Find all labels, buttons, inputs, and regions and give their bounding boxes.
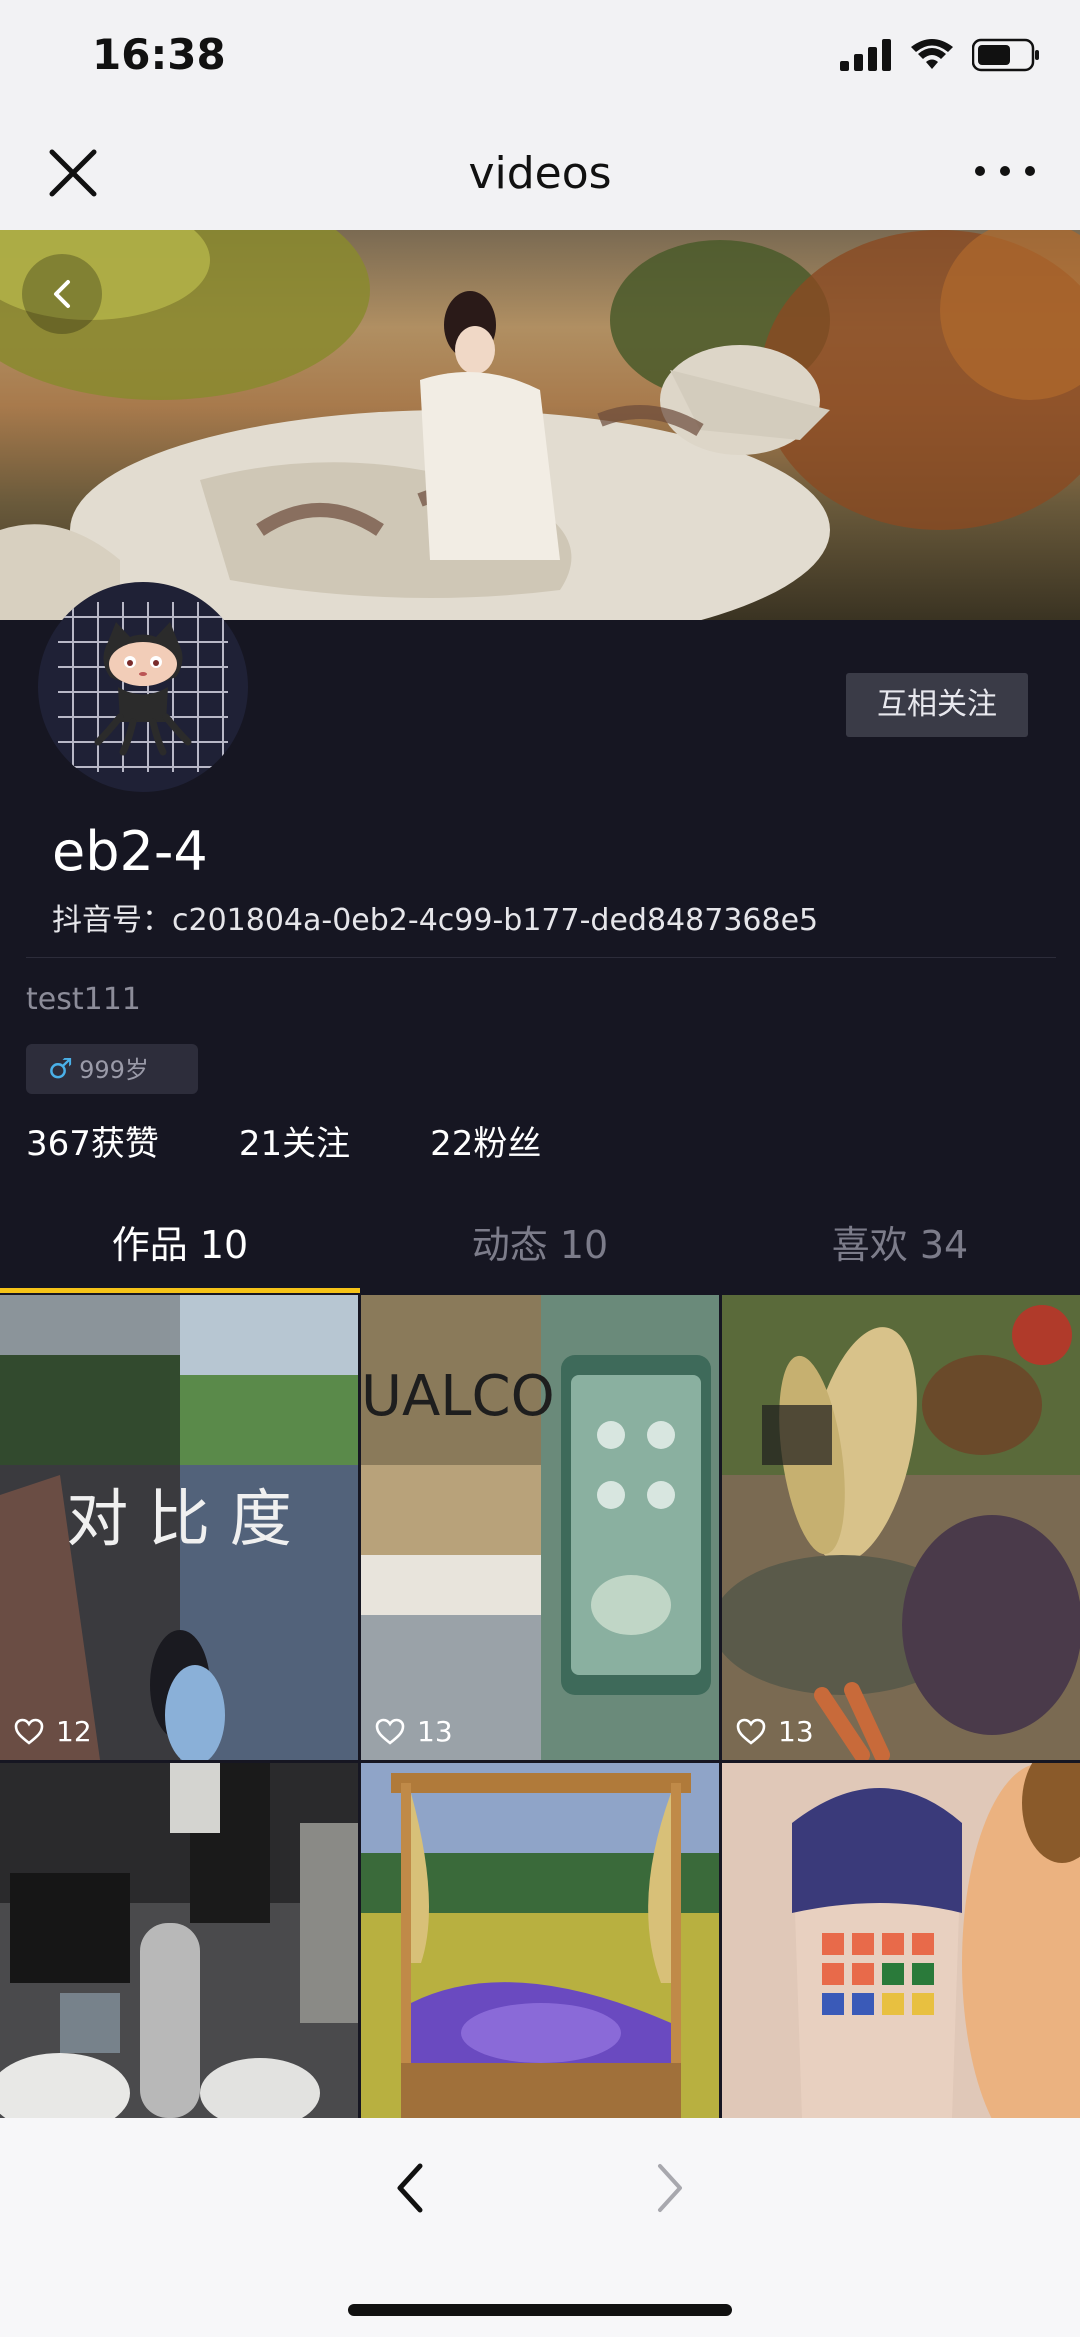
avatar[interactable] xyxy=(38,582,248,792)
age-label: 999岁 xyxy=(79,1056,149,1084)
age-badge: ♂ 999岁 xyxy=(26,1044,198,1094)
video-tile[interactable] xyxy=(361,1763,719,2118)
stat-following[interactable]: 21关注 xyxy=(239,1116,350,1165)
male-icon: ♂ xyxy=(48,1052,74,1085)
more-icon[interactable] xyxy=(970,144,1040,198)
video-overlay-text: UALCO xyxy=(361,1364,555,1429)
tab-works[interactable]: 作品 10 xyxy=(0,1195,360,1295)
video-thumbnail: UALCO xyxy=(361,1295,719,1760)
like-count-value: 13 xyxy=(417,1715,453,1748)
like-count-value: 12 xyxy=(56,1715,92,1748)
video-tile[interactable] xyxy=(722,1763,1080,2118)
heart-icon xyxy=(736,1718,766,1745)
video-thumbnail xyxy=(0,1763,358,2118)
like-count: 13 xyxy=(375,1715,453,1748)
status-bar: 16:38 xyxy=(0,0,1080,120)
active-tab-indicator xyxy=(0,1288,360,1293)
banner-image xyxy=(0,230,1080,620)
wifi-icon xyxy=(911,39,953,69)
back-arrow-icon[interactable] xyxy=(390,2158,430,2218)
profile-banner xyxy=(0,230,1080,620)
like-count-value: 13 xyxy=(778,1715,814,1748)
divider xyxy=(26,957,1056,958)
mutual-follow-button[interactable]: 互相关注 xyxy=(846,673,1028,737)
forward-arrow-icon[interactable] xyxy=(650,2158,690,2218)
home-indicator xyxy=(348,2304,732,2316)
heart-icon xyxy=(375,1718,405,1745)
tab-likes[interactable]: 喜欢 34 xyxy=(720,1195,1080,1295)
video-thumbnail xyxy=(722,1763,1080,2118)
battery-icon xyxy=(972,38,1039,72)
status-time: 16:38 xyxy=(92,30,226,79)
video-tile[interactable] xyxy=(0,1763,358,2118)
page-title: videos xyxy=(468,148,612,199)
like-count: 12 xyxy=(14,1715,92,1748)
username: eb2-4 xyxy=(52,820,208,883)
bottom-nav-bar xyxy=(0,2118,1080,2337)
bio: test111 xyxy=(26,982,141,1017)
heart-icon xyxy=(14,1718,44,1745)
video-grid: 对 比 度 12 UALCO 13 13 xyxy=(0,1295,1080,2118)
chevron-left-icon xyxy=(54,280,70,308)
status-icons xyxy=(840,38,1040,72)
video-thumbnail xyxy=(361,1763,719,2118)
video-overlay-text: 对 比 度 xyxy=(66,1482,291,1555)
video-tile[interactable]: 13 xyxy=(722,1295,1080,1760)
signal-icon xyxy=(840,39,891,71)
video-tile[interactable]: UALCO 13 xyxy=(361,1295,719,1760)
like-count: 13 xyxy=(736,1715,814,1748)
profile-tabs: 作品 10 动态 10 喜欢 34 xyxy=(0,1195,1080,1295)
octocat-avatar-image xyxy=(58,602,228,772)
video-thumbnail xyxy=(722,1295,1080,1760)
stat-likes[interactable]: 367获赞 xyxy=(26,1116,159,1165)
banner-back-button[interactable] xyxy=(22,254,102,334)
video-tile[interactable]: 对 比 度 12 xyxy=(0,1295,358,1760)
video-thumbnail: 对 比 度 xyxy=(0,1295,358,1760)
profile-stats: 367获赞 21关注 22粉丝 xyxy=(26,1116,621,1165)
tab-dynamic[interactable]: 动态 10 xyxy=(360,1195,720,1295)
stat-followers[interactable]: 22粉丝 xyxy=(430,1116,541,1165)
douyin-id: 抖音号：c201804a-0eb2-4c99-b177-ded8487368e5 xyxy=(52,903,819,938)
nav-bar: videos xyxy=(0,120,1080,230)
